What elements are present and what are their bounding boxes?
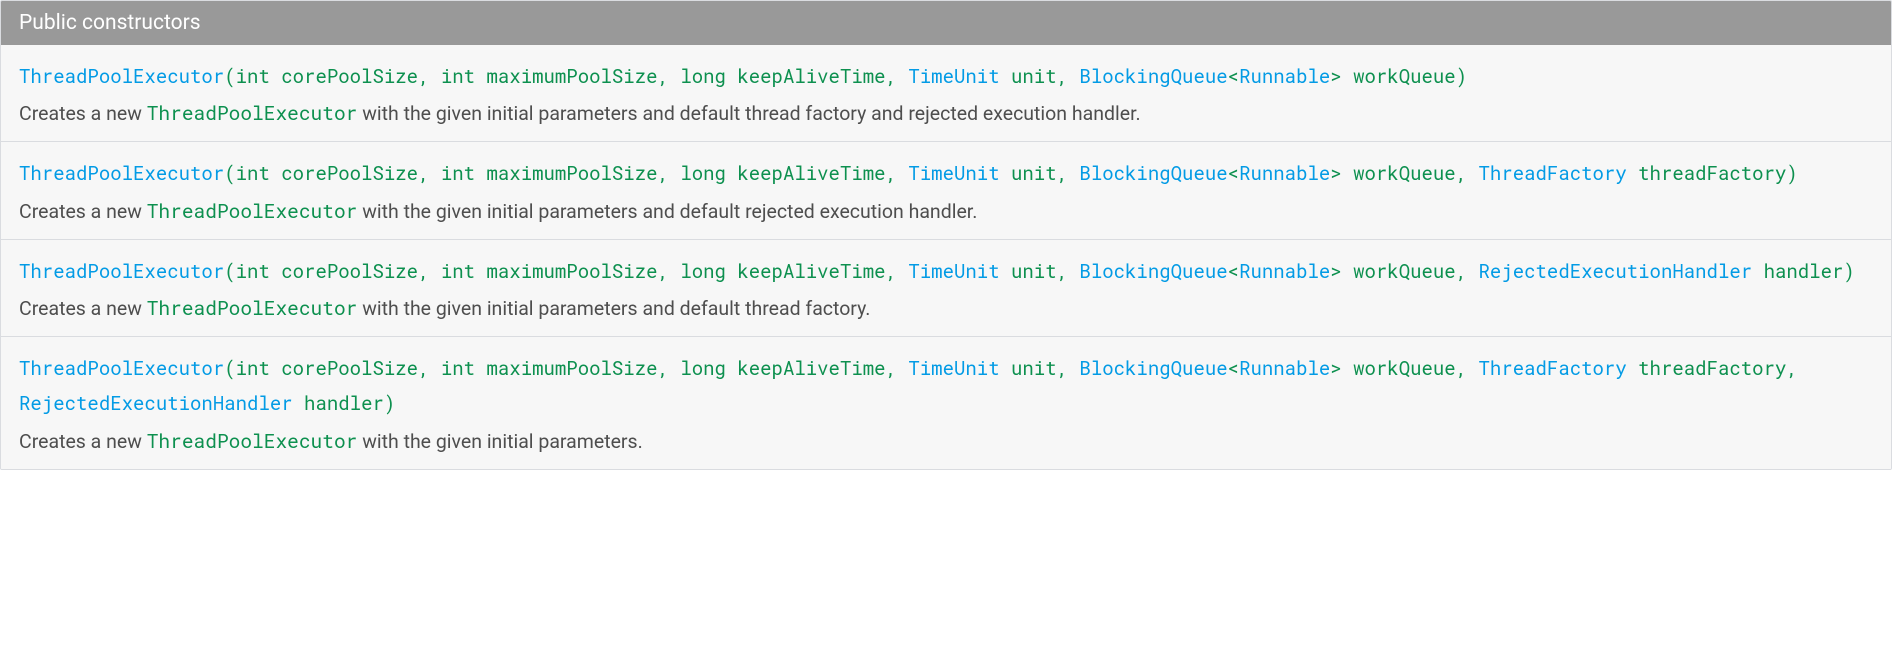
signature-text: unit, [1000,161,1080,186]
type-link[interactable]: RejectedExecutionHandler [1479,259,1753,284]
type-link[interactable]: ThreadFactory [1479,161,1627,186]
description-text: Creates a new [19,430,147,453]
signature-text: int corePoolSize, [236,259,441,284]
type-link[interactable]: TimeUnit [908,259,999,284]
type-link[interactable]: BlockingQueue [1079,64,1227,89]
description-code: ThreadPoolExecutor [147,101,358,126]
description-text: with the given initial parameters and de… [357,297,870,320]
signature-text: > workQueue) [1330,64,1467,89]
description-code: ThreadPoolExecutor [147,429,358,454]
type-link[interactable]: TimeUnit [908,161,999,186]
type-link[interactable]: Runnable [1239,356,1330,381]
type-link[interactable]: ThreadPoolExecutor [19,161,224,186]
description-text: with the given initial parameters and de… [357,102,1140,125]
type-link[interactable]: ThreadPoolExecutor [19,259,224,284]
constructor-signature: ThreadPoolExecutor(int corePoolSize, int… [19,156,1873,191]
constructor-description: Creates a new ThreadPoolExecutor with th… [19,295,1873,322]
type-link[interactable]: Runnable [1239,64,1330,89]
signature-text: handler) [1752,259,1855,284]
constructor-row: ThreadPoolExecutor(int corePoolSize, int… [1,45,1891,141]
description-text: with the given initial parameters. [357,430,642,453]
signature-text: unit, [1000,356,1080,381]
signature-text: handler) [293,391,396,416]
signature-text: int corePoolSize, [236,356,441,381]
signature-text: int maximumPoolSize, [441,64,680,89]
signature-text: ( [224,161,235,186]
constructor-description: Creates a new ThreadPoolExecutor with th… [19,198,1873,225]
signature-text: int corePoolSize, [236,161,441,186]
type-link[interactable]: RejectedExecutionHandler [19,391,293,416]
type-link[interactable]: Runnable [1239,161,1330,186]
description-text: Creates a new [19,200,147,223]
signature-text: ( [224,356,235,381]
signature-text: unit, [1000,259,1080,284]
constructor-row: ThreadPoolExecutor(int corePoolSize, int… [1,239,1891,336]
type-link[interactable]: BlockingQueue [1079,259,1227,284]
signature-text: int maximumPoolSize, [441,259,680,284]
type-link[interactable]: ThreadFactory [1479,356,1627,381]
type-link[interactable]: TimeUnit [908,64,999,89]
type-link[interactable]: BlockingQueue [1079,161,1227,186]
constructor-signature: ThreadPoolExecutor(int corePoolSize, int… [19,254,1873,289]
signature-text: < [1228,356,1239,381]
signature-text: unit, [1000,64,1080,89]
signature-text: < [1228,259,1239,284]
constructor-signature: ThreadPoolExecutor(int corePoolSize, int… [19,351,1873,421]
signature-text: int maximumPoolSize, [441,161,680,186]
signature-text: > workQueue, [1330,356,1478,381]
constructor-description: Creates a new ThreadPoolExecutor with th… [19,100,1873,127]
constructor-row: ThreadPoolExecutor(int corePoolSize, int… [1,141,1891,238]
signature-text: < [1228,161,1239,186]
signature-text: ( [224,259,235,284]
signature-text: > workQueue, [1330,161,1478,186]
signature-text: > workQueue, [1330,259,1478,284]
description-code: ThreadPoolExecutor [147,199,358,224]
signature-text: ( [224,64,235,89]
type-link[interactable]: ThreadPoolExecutor [19,356,224,381]
constructor-row: ThreadPoolExecutor(int corePoolSize, int… [1,336,1891,469]
signature-text: threadFactory, [1627,356,1798,381]
type-link[interactable]: ThreadPoolExecutor [19,64,224,89]
description-text: Creates a new [19,102,147,125]
constructors-table: Public constructors ThreadPoolExecutor(i… [0,0,1892,470]
section-header: Public constructors [1,1,1891,45]
constructor-signature: ThreadPoolExecutor(int corePoolSize, int… [19,59,1873,94]
signature-text: long keepAliveTime, [680,161,908,186]
type-link[interactable]: TimeUnit [908,356,999,381]
constructor-description: Creates a new ThreadPoolExecutor with th… [19,428,1873,455]
description-code: ThreadPoolExecutor [147,296,358,321]
signature-text: int corePoolSize, [236,64,441,89]
type-link[interactable]: Runnable [1239,259,1330,284]
signature-text: long keepAliveTime, [680,64,908,89]
signature-text: long keepAliveTime, [680,356,908,381]
signature-text: < [1228,64,1239,89]
signature-text: long keepAliveTime, [680,259,908,284]
signature-text: int maximumPoolSize, [441,356,680,381]
description-text: Creates a new [19,297,147,320]
signature-text: threadFactory) [1627,161,1798,186]
description-text: with the given initial parameters and de… [357,200,977,223]
type-link[interactable]: BlockingQueue [1079,356,1227,381]
